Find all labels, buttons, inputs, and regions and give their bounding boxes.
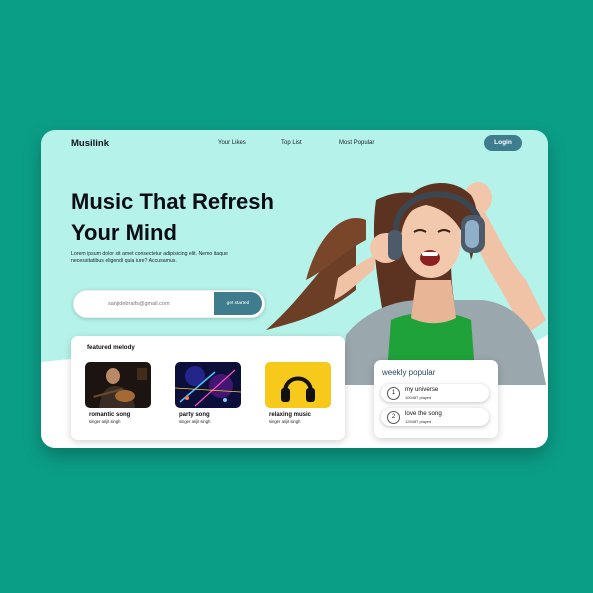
login-button[interactable]: Login [484, 135, 522, 151]
hero-title-line-1: Music That Refresh [71, 189, 274, 214]
featured-title: featured melody [87, 344, 135, 351]
weekly-song-title: my universe [405, 386, 439, 393]
nav-top-list[interactable]: Top List [281, 140, 302, 146]
song-card-relaxing[interactable]: relaxing music singer arijit singh [265, 362, 331, 424]
song-title: relaxing music [269, 412, 312, 418]
featured-melody-panel: featured melody romantic song singer ari… [71, 336, 345, 440]
rank-badge: 2 [387, 411, 400, 424]
song-artist: singer arijit singh [179, 419, 211, 424]
weekly-song-title: love the song [405, 410, 442, 417]
hero-description: Lorem ipsum dolor sit amet consectetur a… [71, 251, 228, 264]
song-title: party song [179, 412, 210, 418]
rank-badge: 1 [387, 387, 400, 400]
song-card-romantic[interactable]: romantic song singer arijit singh [85, 362, 151, 424]
nav-most-popular[interactable]: Most Popular [339, 140, 374, 146]
song-card-party[interactable]: party song singer arijit singh [175, 362, 241, 424]
weekly-title: weekly popular [382, 368, 436, 377]
concert-lights-image [175, 362, 241, 408]
weekly-item[interactable]: 2 love the song 125487 played [381, 408, 489, 426]
weekly-play-count: 125487 played [405, 418, 432, 424]
song-title: romantic song [89, 412, 131, 418]
get-started-button[interactable]: get started [214, 292, 262, 315]
landing-card: Musilink Your Likes Top List Most Popula… [41, 130, 548, 448]
site-logo[interactable]: Musilink [71, 138, 109, 149]
headphones-icon [265, 362, 331, 408]
weekly-play-count: 100487 played [405, 394, 432, 400]
hero-title: Music That Refresh Your Mind [71, 186, 301, 248]
weekly-item[interactable]: 1 my universe 100487 played [381, 384, 489, 402]
song-artist: singer arijit singh [269, 419, 301, 424]
guitarist-image [85, 362, 151, 408]
nav-your-likes[interactable]: Your Likes [218, 140, 246, 146]
signup-form: sanjidebraifs@gmail.com get started [73, 290, 265, 318]
song-artist: singer arijit singh [89, 419, 121, 424]
hero-title-line-2: Your Mind [71, 220, 177, 245]
